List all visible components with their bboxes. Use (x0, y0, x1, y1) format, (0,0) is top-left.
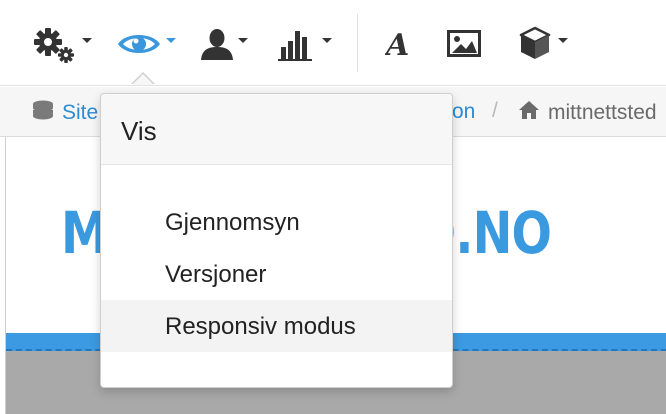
cube-icon (518, 26, 554, 62)
image-button[interactable] (447, 20, 485, 68)
user-button[interactable] (200, 20, 248, 68)
settings-button[interactable] (32, 20, 92, 68)
breadcrumb-current-label: mittnettsted (548, 101, 657, 124)
image-icon (447, 28, 485, 60)
breadcrumb-middle-link[interactable]: on (452, 100, 475, 124)
menu-item-preview[interactable]: Gjennomsyn (101, 196, 452, 248)
dropdown-header: Vis (101, 94, 452, 165)
chevron-down-icon (238, 37, 248, 43)
database-icon (32, 100, 54, 126)
user-icon (200, 27, 234, 61)
home-icon (518, 100, 540, 126)
bar-chart-icon (278, 27, 318, 61)
view-button[interactable] (116, 20, 176, 68)
view-dropdown-menu: Vis Gjennomsyn Versjoner Responsiv modus (100, 93, 453, 388)
chevron-down-icon (322, 37, 332, 43)
text-button[interactable]: A (385, 20, 415, 68)
chevron-down-icon (82, 37, 92, 43)
breadcrumb-root-link[interactable]: Site (32, 100, 98, 126)
modules-button[interactable] (518, 20, 568, 68)
eye-icon (116, 29, 162, 59)
breadcrumb-root-label: Site (62, 101, 99, 124)
menu-item-responsive-mode[interactable]: Responsiv modus (101, 300, 452, 352)
font-icon: A (385, 27, 415, 61)
statistics-button[interactable] (278, 20, 332, 68)
chevron-down-icon (166, 37, 176, 43)
chevron-down-icon (558, 37, 568, 43)
menu-item-versions[interactable]: Versjoner (101, 248, 452, 300)
gears-icon (32, 22, 78, 66)
toolbar-divider (357, 14, 358, 72)
svg-text:A: A (385, 28, 409, 61)
breadcrumb-current: mittnettsted (518, 100, 657, 126)
breadcrumb-separator: / (492, 99, 498, 122)
toolbar: A (0, 0, 666, 86)
dropdown-arrow-fill (132, 74, 154, 85)
